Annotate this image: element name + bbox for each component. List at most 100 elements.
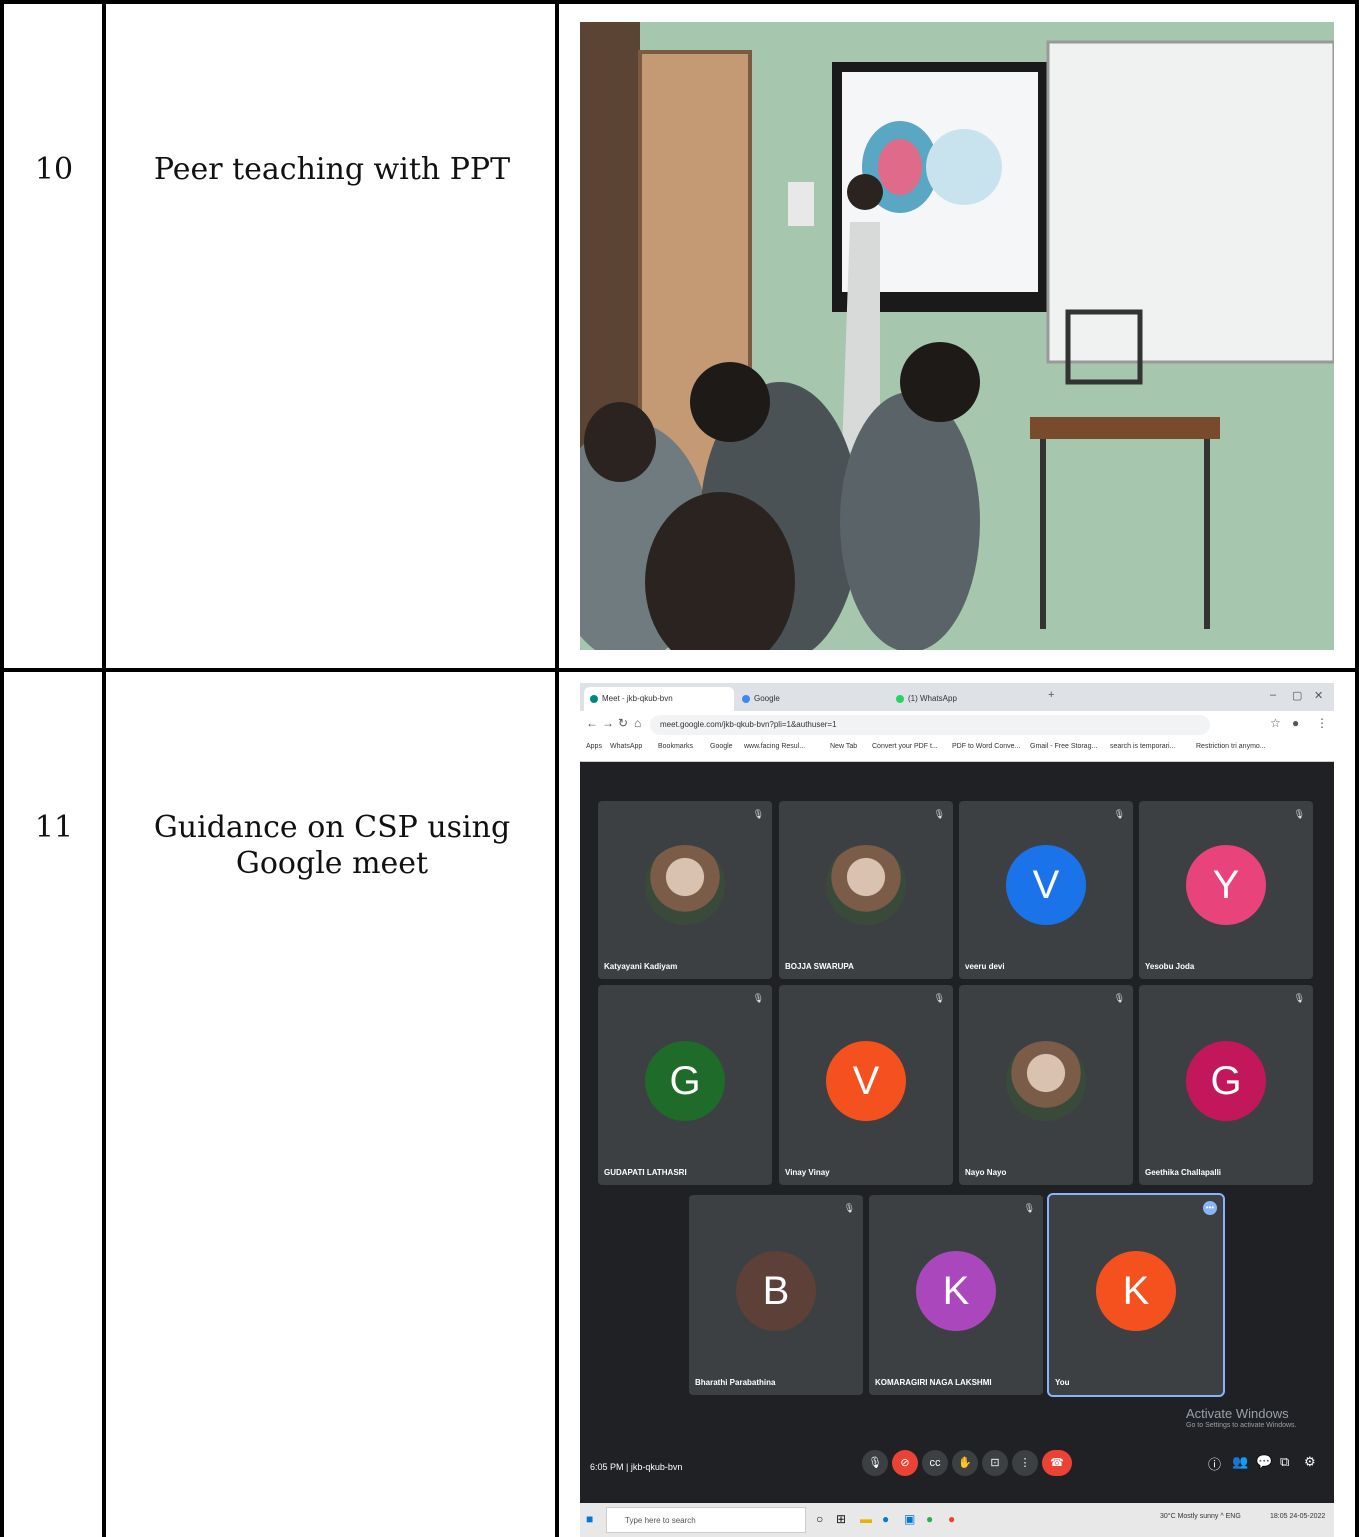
bookmark[interactable]: Gmail - Free Storag... [1030, 743, 1097, 750]
border-top [0, 0, 1359, 4]
mic-off-icon: 🎙 [1293, 993, 1305, 1003]
participant-tile[interactable]: 🎙 K KOMARAGIRI NAGA LAKSHMI [869, 1195, 1043, 1395]
participant-tile[interactable]: 🎙 V veeru devi [959, 801, 1133, 979]
mic-off-icon: 🎙 [843, 1203, 855, 1213]
task-view-icon[interactable]: ⊞ [836, 1512, 846, 1526]
bookmark[interactable]: search is temporari... [1110, 743, 1175, 750]
avatar: Y [1186, 845, 1266, 925]
mic-off-icon: 🎙 [752, 809, 764, 819]
people-icon[interactable]: 👥 [1232, 1454, 1248, 1470]
bookmark[interactable]: Bookmarks [658, 743, 693, 750]
profile-icon[interactable]: ● [1292, 716, 1299, 730]
participant-tile[interactable]: 🎙 G Geethika Challapalli [1139, 985, 1313, 1185]
present-icon[interactable]: ⊡ [982, 1450, 1008, 1476]
avatar [826, 845, 906, 925]
participant-name: Geethika Challapalli [1145, 1168, 1222, 1177]
bookmark[interactable]: www.facing Resul... [744, 743, 805, 750]
participant-tile[interactable]: 🎙 Katyayani Kadiyam [598, 801, 772, 979]
mic-off-icon: 🎙 [752, 993, 764, 1003]
file-explorer-icon[interactable]: ▬ [860, 1512, 872, 1526]
clock[interactable]: 18:05 24-05-2022 [1270, 1513, 1325, 1520]
meeting-time-code: 6:05 PM | jkb-qkub-bvn [590, 1462, 683, 1472]
avatar: G [1186, 1041, 1266, 1121]
windows-start-icon[interactable]: ■ [586, 1512, 593, 1526]
avatar: G [645, 1041, 725, 1121]
mic-icon[interactable]: 🎙 [862, 1450, 888, 1476]
activate-windows-sub: Go to Settings to activate Windows. [1186, 1422, 1297, 1429]
row-divider [0, 668, 1359, 672]
row-number: 11 [34, 810, 74, 845]
bookmark[interactable]: PDF to Word Conve... [952, 743, 1020, 750]
avatar: K [1096, 1251, 1176, 1331]
browser-tab[interactable]: (1) WhatsApp [890, 687, 1040, 711]
participant-tile[interactable]: 🎙 BOJJA SWARUPA [779, 801, 953, 979]
edge-icon[interactable]: ● [882, 1512, 889, 1526]
system-tray[interactable]: 30°C Mostly sunny ^ ENG [1160, 1513, 1241, 1520]
browser-tab[interactable]: Meet - jkb-qkub-bvn [584, 687, 734, 711]
maximize-icon[interactable]: ▢ [1292, 689, 1302, 702]
cortana-icon[interactable]: ○ [816, 1512, 823, 1526]
info-icon[interactable]: ⓘ [1208, 1454, 1221, 1473]
bookmark[interactable]: Google [710, 743, 733, 750]
participant-tile[interactable]: 🎙 G GUDAPATI LATHASRI [598, 985, 772, 1185]
avatar: K [916, 1251, 996, 1331]
mic-off-icon: 🎙 [933, 809, 945, 819]
bookmark[interactable]: Convert your PDF t... [872, 743, 938, 750]
more-icon[interactable]: ⋮ [1012, 1450, 1038, 1476]
browser-tab[interactable]: Google [736, 687, 886, 711]
captions-icon[interactable]: cc [922, 1450, 948, 1476]
raise-hand-icon[interactable]: ✋ [952, 1450, 978, 1476]
avatar: V [1006, 845, 1086, 925]
chrome-icon[interactable]: ● [926, 1512, 933, 1526]
participant-tile[interactable]: 🎙 V Vinay Vinay [779, 985, 953, 1185]
col-divider-2 [555, 0, 559, 1537]
participant-name: Bharathi Parabathina [695, 1378, 776, 1387]
host-controls-icon[interactable]: ⚙ [1304, 1454, 1316, 1470]
back-icon[interactable]: ← [586, 716, 598, 730]
chat-icon[interactable]: 💬 [1256, 1454, 1272, 1470]
border-left [0, 0, 4, 1537]
participant-tile[interactable]: 🎙 B Bharathi Parabathina [689, 1195, 863, 1395]
participant-tile[interactable]: 🎙 Y Yesobu Joda [1139, 801, 1313, 979]
chrome-icon[interactable]: ● [948, 1512, 955, 1526]
close-icon[interactable]: ✕ [1314, 689, 1323, 702]
tab-label: Google [754, 694, 780, 703]
forward-icon[interactable]: → [602, 716, 614, 730]
reload-icon[interactable]: ↻ [618, 716, 628, 730]
home-icon[interactable]: ⌂ [634, 716, 641, 730]
border-right [1355, 0, 1359, 1537]
menu-icon[interactable]: ⋮ [1316, 716, 1328, 730]
mic-off-icon: 🎙 [1113, 809, 1125, 819]
mic-off-icon: 🎙 [1113, 993, 1125, 1003]
new-tab-icon[interactable]: + [1048, 689, 1054, 701]
meet-icon [590, 695, 598, 703]
end-call-icon[interactable]: ☎ [1042, 1450, 1072, 1476]
avatar: V [826, 1041, 906, 1121]
bookmark[interactable]: New Tab [830, 743, 857, 750]
activities-icon[interactable]: ⧉ [1280, 1454, 1289, 1470]
star-icon[interactable]: ☆ [1270, 716, 1281, 730]
row-number: 10 [34, 152, 74, 187]
participant-name: Katyayani Kadiyam [604, 962, 678, 971]
taskbar-search[interactable]: Type here to search [606, 1507, 806, 1533]
tab-label: (1) WhatsApp [908, 694, 957, 703]
store-icon[interactable]: ▣ [904, 1512, 915, 1526]
url-field[interactable]: meet.google.com/jkb-qkub-bvn?pli=1&authu… [650, 715, 1210, 735]
google-icon [742, 695, 750, 703]
classroom-illustration [580, 22, 1334, 650]
self-tile[interactable]: ••• K You [1047, 1193, 1225, 1397]
participant-name: GUDAPATI LATHASRI [604, 1168, 687, 1177]
participant-tile[interactable]: 🎙 Nayo Nayo [959, 985, 1133, 1185]
avatar: B [736, 1251, 816, 1331]
more-options-icon[interactable]: ••• [1203, 1201, 1217, 1215]
avatar [1006, 1041, 1086, 1121]
participant-name: Yesobu Joda [1145, 962, 1195, 971]
bookmark[interactable]: Apps [586, 743, 602, 750]
address-bar-row: ← → ↻ ⌂ meet.google.com/jkb-qkub-bvn?pli… [580, 711, 1334, 739]
bookmark[interactable]: Restriction tri anymo... [1196, 743, 1266, 750]
col-divider-1 [102, 0, 106, 1537]
mic-off-icon: 🎙 [1023, 1203, 1035, 1213]
bookmark[interactable]: WhatsApp [610, 743, 642, 750]
camera-off-icon[interactable]: ⊘ [892, 1450, 918, 1476]
minimize-icon[interactable]: – [1270, 689, 1276, 701]
